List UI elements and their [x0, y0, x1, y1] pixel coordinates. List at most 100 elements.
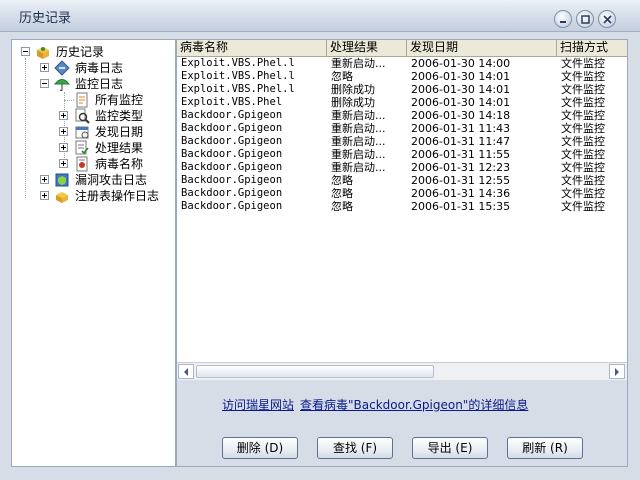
cell-result: 删除成功 [331, 83, 375, 96]
expand-toggle[interactable] [59, 111, 68, 120]
table-row[interactable]: Backdoor.Gpigeon 忽略 2006-01-31 15:35 文件监控 [177, 200, 627, 213]
cell-scan-method: 文件监控 [561, 83, 605, 96]
expand-toggle[interactable] [40, 175, 49, 184]
shield-log-icon [55, 173, 69, 187]
tree-item-monitor-log[interactable]: 监控日志 [12, 76, 172, 92]
tree-label: 注册表操作日志 [75, 189, 160, 203]
tree-item-exploit-log[interactable]: 漏洞攻击日志 [12, 172, 172, 188]
table-row[interactable]: Exploit.VBS.Phel 删除成功 2006-01-30 14:01 文件监控 [177, 96, 627, 109]
expand-toggle[interactable] [59, 127, 68, 136]
table-row[interactable]: Backdoor.Gpigeon 忽略 2006-01-31 14:36 文件监控 [177, 187, 627, 200]
minimize-icon [560, 21, 566, 23]
table-row[interactable]: Exploit.VBS.Phel.l 重新启动... 2006-01-30 14:0… [177, 57, 627, 70]
export-button[interactable]: 导出 (E) [412, 437, 488, 459]
find-button[interactable]: 查找 (F) [317, 437, 393, 459]
cell-scan-method: 文件监控 [561, 187, 605, 200]
table-row[interactable]: Backdoor.Gpigeon 重新启动... 2006-01-31 11:55 文… [177, 148, 627, 161]
cell-result: 重新启动... [331, 135, 386, 148]
tree-label: 漏洞攻击日志 [75, 173, 148, 187]
cell-date: 2006-01-31 15:35 [411, 200, 511, 213]
cell-scan-method: 文件监控 [561, 148, 605, 161]
cell-virus-name: Backdoor.Gpigeon [181, 200, 283, 212]
virus-document-icon [76, 156, 88, 172]
delete-button[interactable]: 删除 (D) [222, 437, 298, 459]
cell-virus-name: Backdoor.Gpigeon [181, 161, 283, 173]
collapse-toggle[interactable] [21, 47, 30, 56]
cell-result: 重新启动... [331, 148, 386, 161]
cell-virus-name: Exploit.VBS.Phel [181, 96, 283, 108]
close-button[interactable] [598, 10, 616, 28]
cell-scan-method: 文件监控 [561, 122, 605, 135]
cell-date: 2006-01-30 14:01 [411, 83, 511, 96]
cell-scan-method: 文件监控 [561, 57, 605, 70]
table-row[interactable]: Backdoor.Gpigeon 重新启动... 2006-01-30 14:18 文… [177, 109, 627, 122]
arrow-left-icon [184, 367, 188, 376]
cell-virus-name: Backdoor.Gpigeon [181, 187, 283, 199]
scroll-right-button[interactable] [609, 364, 625, 379]
virus-details-link[interactable]: 查看病毒"Backdoor.Gpigeon"的详细信息 [300, 396, 528, 413]
tree-item-registry-log[interactable]: 注册表操作日志 [12, 188, 172, 204]
tree-label: 病毒名称 [95, 157, 144, 171]
cell-result: 重新启动... [331, 161, 386, 174]
table-row[interactable]: Exploit.VBS.Phel.l 删除成功 2006-01-30 14:01 文件… [177, 83, 627, 96]
cell-virus-name: Backdoor.Gpigeon [181, 109, 283, 121]
column-header-virus-name[interactable]: 病毒名称 [177, 40, 327, 56]
cell-date: 2006-01-30 14:18 [411, 109, 511, 122]
cell-result: 忽略 [331, 187, 353, 200]
column-header-scan-method[interactable]: 扫描方式 [557, 40, 627, 56]
cell-date: 2006-01-31 11:43 [411, 122, 511, 135]
table-row[interactable]: Backdoor.Gpigeon 重新启动... 2006-01-31 12:23 文… [177, 161, 627, 174]
history-window: 历史记录 历史记录 病毒日志 监控日志 所有监控 监控类型 发现日期 处理结果 … [0, 0, 640, 480]
title-bar[interactable]: 历史记录 [0, 0, 640, 32]
tree-item-virus-name[interactable]: 病毒名称 [12, 156, 172, 172]
cell-virus-name: Backdoor.Gpigeon [181, 122, 283, 134]
close-icon [602, 14, 612, 24]
collapse-toggle[interactable] [40, 79, 49, 88]
table-row[interactable]: Backdoor.Gpigeon 忽略 2006-01-31 12:55 文件监控 [177, 174, 627, 187]
arrow-right-icon [615, 367, 619, 376]
expand-toggle[interactable] [40, 63, 49, 72]
log-table: 病毒名称 处理结果 发现日期 扫描方式 Exploit.VBS.Phel.l 重新… [177, 40, 627, 362]
tree-item-result[interactable]: 处理结果 [12, 140, 172, 156]
maximize-button[interactable] [576, 10, 594, 28]
virus-log-icon [54, 60, 70, 76]
search-document-icon [75, 108, 90, 124]
table-row[interactable]: Backdoor.Gpigeon 重新启动... 2006-01-31 11:43 文… [177, 122, 627, 135]
tree-item-virus-log[interactable]: 病毒日志 [12, 60, 172, 76]
cell-date: 2006-01-31 14:36 [411, 187, 511, 200]
tree-item-root[interactable]: 历史记录 [12, 44, 172, 60]
scroll-thumb[interactable] [196, 365, 434, 378]
table-row[interactable]: Backdoor.Gpigeon 重新启动... 2006-01-31 11:47 文… [177, 135, 627, 148]
expand-toggle[interactable] [40, 191, 49, 200]
cell-scan-method: 文件监控 [561, 161, 605, 174]
cell-date: 2006-01-30 14:00 [411, 57, 511, 70]
column-header-date[interactable]: 发现日期 [407, 40, 557, 56]
tree-item-found-date[interactable]: 发现日期 [12, 124, 172, 140]
visit-rising-site-link[interactable]: 访问瑞星网站 [222, 396, 294, 413]
document-icon [76, 92, 88, 108]
tree-label-root: 历史记录 [56, 45, 105, 59]
cell-virus-name: Exploit.VBS.Phel.l [181, 70, 295, 82]
minimize-button[interactable] [554, 10, 572, 28]
expand-toggle[interactable] [59, 143, 68, 152]
table-row[interactable]: Exploit.VBS.Phel.l 忽略 2006-01-30 14:01 文件监控 [177, 70, 627, 83]
tree-item-all-monitors[interactable]: 所有监控 [12, 92, 172, 108]
table-header: 病毒名称 处理结果 发现日期 扫描方式 [177, 40, 627, 57]
expand-toggle[interactable] [59, 159, 68, 168]
tree-label: 所有监控 [95, 93, 144, 107]
result-document-icon [75, 140, 89, 155]
cell-virus-name: Exploit.VBS.Phel.l [181, 83, 295, 95]
tree-label: 处理结果 [95, 141, 144, 155]
cell-virus-name: Backdoor.Gpigeon [181, 148, 283, 160]
cell-scan-method: 文件监控 [561, 200, 605, 213]
umbrella-icon [54, 79, 70, 91]
scroll-left-button[interactable] [178, 364, 194, 379]
refresh-button[interactable]: 刷新 (R) [507, 437, 583, 459]
cell-result: 忽略 [331, 200, 353, 213]
tree-item-monitor-type[interactable]: 监控类型 [12, 108, 172, 124]
registry-icon [56, 192, 68, 203]
cell-result: 重新启动... [331, 122, 386, 135]
horizontal-scrollbar[interactable] [177, 362, 627, 380]
column-header-result[interactable]: 处理结果 [327, 40, 407, 56]
cell-result: 忽略 [331, 174, 353, 187]
